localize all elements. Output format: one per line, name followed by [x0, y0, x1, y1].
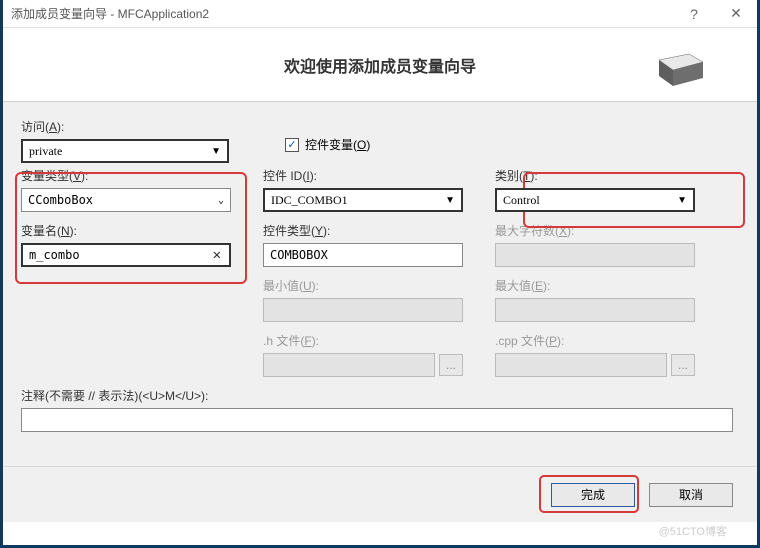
- window-title: 添加成员变量向导 - MFCApplication2: [11, 5, 673, 22]
- control-var-label: 控件变量(O): [305, 136, 370, 153]
- var-name-input[interactable]: ✕: [21, 243, 231, 267]
- control-type-value: COMBOBOX: [270, 248, 328, 262]
- var-type-combo[interactable]: CComboBox ⌄: [21, 188, 231, 212]
- h-file-label: .h 文件(F):: [263, 332, 463, 349]
- close-button[interactable]: ✕: [715, 0, 757, 28]
- access-combo[interactable]: private ▼: [21, 139, 229, 163]
- chevron-down-icon: ▼: [211, 146, 221, 157]
- chevron-down-icon: ▼: [445, 195, 455, 206]
- h-file-field: [263, 353, 435, 377]
- min-val-field: [263, 298, 463, 322]
- finish-button[interactable]: 完成: [551, 483, 635, 507]
- var-type-value: CComboBox: [28, 193, 93, 207]
- control-type-label: 控件类型(Y):: [263, 222, 463, 239]
- min-val-label: 最小值(U):: [263, 277, 463, 294]
- var-type-label: 变量类型(V):: [21, 167, 231, 184]
- checkbox-icon: ✓: [285, 138, 299, 152]
- h-file-browse-button: ...: [439, 354, 463, 376]
- access-label: 访问(A):: [21, 118, 265, 135]
- control-var-checkbox[interactable]: ✓ 控件变量(O): [285, 136, 739, 153]
- max-chars-field: [495, 243, 695, 267]
- category-label: 类别(T):: [495, 167, 695, 184]
- control-id-value: IDC_COMBO1: [271, 193, 348, 208]
- cpp-file-label: .cpp 文件(P):: [495, 332, 695, 349]
- content-area: 访问(A): private ▼ ✓ 控件变量(O) 变量类型(V): CCom…: [3, 102, 757, 466]
- var-name-label: 变量名(N):: [21, 222, 231, 239]
- box-icon: [651, 46, 709, 91]
- button-bar: 完成 取消: [3, 466, 757, 522]
- cpp-file-browse-button: ...: [671, 354, 695, 376]
- help-button[interactable]: ?: [673, 0, 715, 28]
- category-combo[interactable]: Control ▼: [495, 188, 695, 212]
- control-type-field: COMBOBOX: [263, 243, 463, 267]
- header-title: 欢迎使用添加成员变量向导: [3, 53, 757, 77]
- clear-icon[interactable]: ✕: [211, 247, 223, 263]
- cancel-button[interactable]: 取消: [649, 483, 733, 507]
- watermark: @51CTO博客: [659, 523, 727, 539]
- header: 欢迎使用添加成员变量向导: [3, 28, 757, 102]
- comment-input[interactable]: [21, 408, 733, 432]
- var-name-field[interactable]: [29, 248, 211, 262]
- max-val-field: [495, 298, 695, 322]
- cpp-file-field: [495, 353, 667, 377]
- max-chars-label: 最大字符数(X):: [495, 222, 695, 239]
- comment-label: 注释(不需要 // 表示法)(<U>M</U>):: [21, 387, 739, 404]
- category-value: Control: [503, 193, 540, 208]
- titlebar: 添加成员变量向导 - MFCApplication2 ? ✕: [3, 0, 757, 28]
- control-id-combo[interactable]: IDC_COMBO1 ▼: [263, 188, 463, 212]
- control-id-label: 控件 ID(I):: [263, 167, 463, 184]
- chevron-down-icon: ▼: [677, 195, 687, 206]
- access-value: private: [29, 144, 62, 159]
- max-val-label: 最大值(E):: [495, 277, 695, 294]
- chevron-down-icon: ⌄: [218, 195, 224, 206]
